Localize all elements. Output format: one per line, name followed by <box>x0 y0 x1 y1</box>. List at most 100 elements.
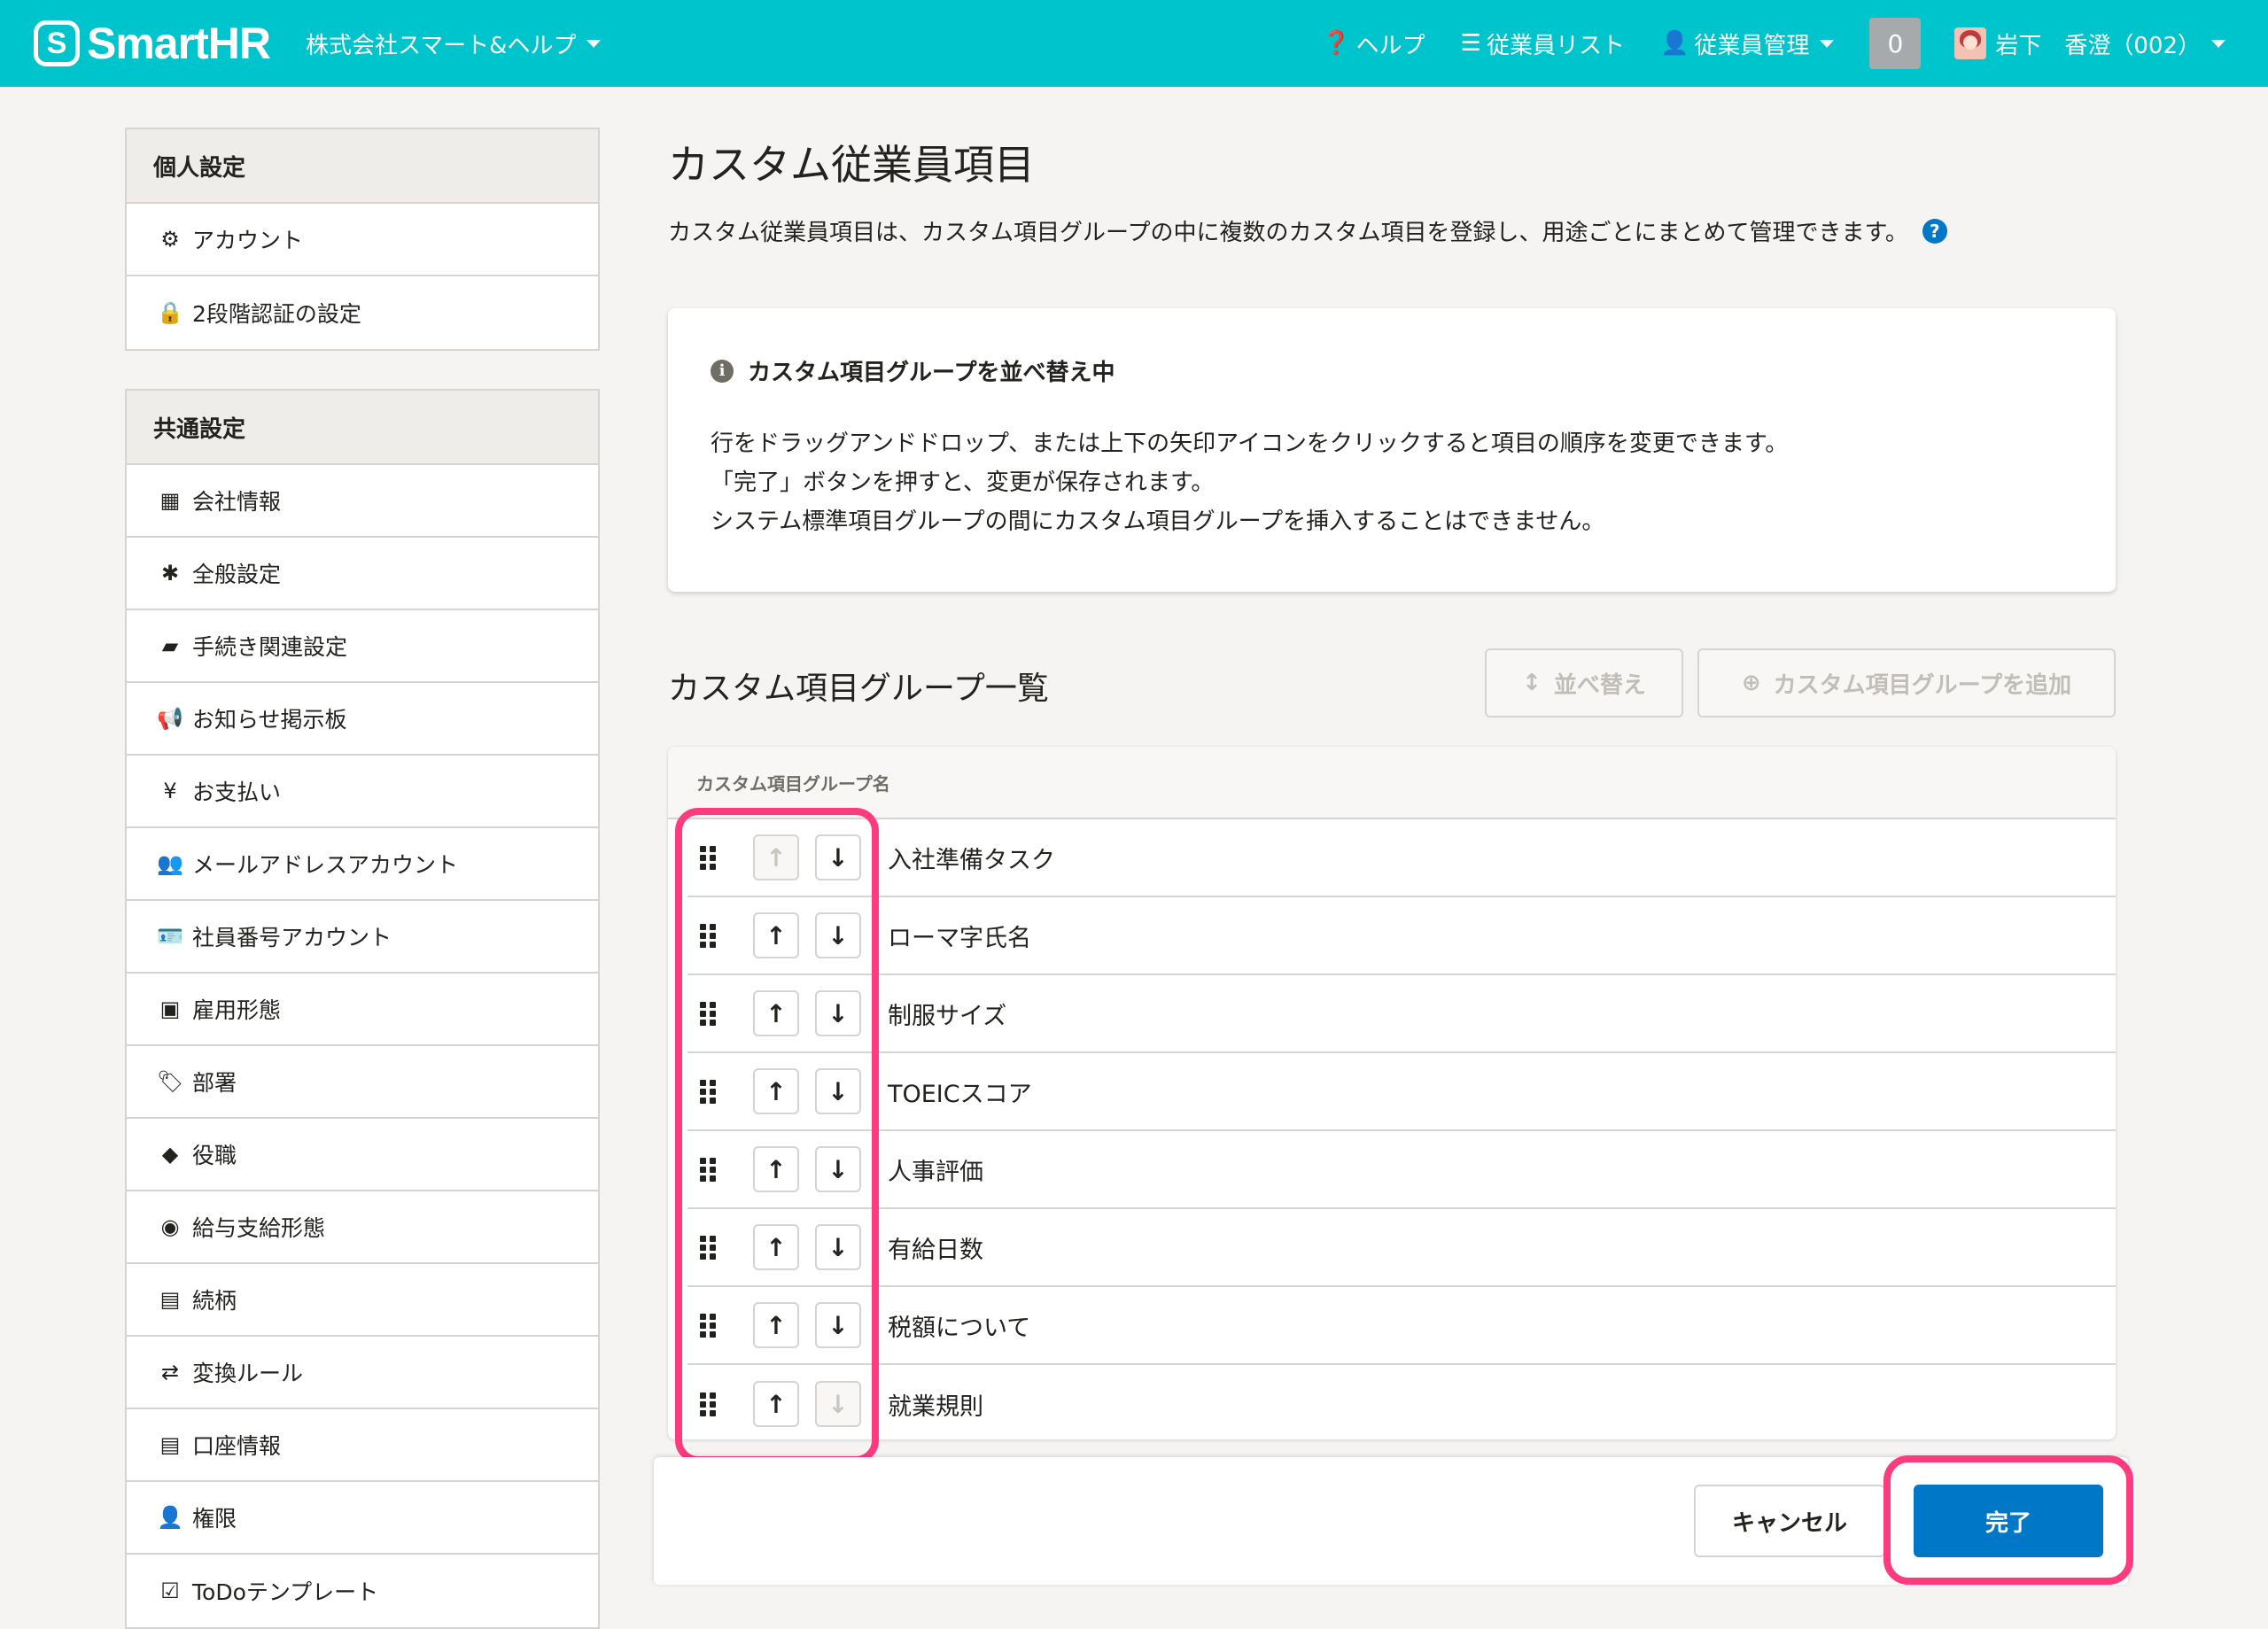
chevron-down-icon <box>1820 39 1835 48</box>
group-name: 人事評価 <box>888 1158 983 1186</box>
sidebar-item-label: 雇用形態 <box>192 997 282 1023</box>
company-name: 株式会社スマート&ヘルプ <box>305 32 577 59</box>
drag-handle-icon[interactable] <box>700 1001 716 1026</box>
sidebar-item-general[interactable]: ✱ 全般設定 <box>127 538 598 610</box>
cancel-button[interactable]: キャンセル <box>1694 1485 1885 1557</box>
move-up-button[interactable]: ↑ <box>753 1224 799 1270</box>
move-up-button[interactable]: ↑ <box>753 1302 799 1348</box>
nav-employee-list[interactable]: ☰ 従業員リスト <box>1461 27 1625 60</box>
contact-icon: ▤ <box>159 1287 181 1312</box>
table-row[interactable]: ↑ ↓ 有給日数 <box>687 1209 2116 1287</box>
user-menu[interactable]: 岩下 香澄（002） <box>1954 27 2225 60</box>
sidebar-item-label: 2段階認証の設定 <box>192 301 361 327</box>
move-up-button[interactable]: ↑ <box>753 990 799 1036</box>
sidebar-item-departments[interactable]: 🏷 部署 <box>127 1046 598 1119</box>
sidebar-item-label: 給与支給形態 <box>192 1215 326 1241</box>
table-row[interactable]: ↑ ↓ 入社準備タスク <box>687 819 2116 897</box>
id-card-icon: 🪪 <box>157 924 183 949</box>
company-switcher[interactable]: 株式会社スマート&ヘルプ <box>306 27 602 60</box>
sidebar-item-label: 変換ルール <box>192 1361 304 1386</box>
sidebar-item-procedures[interactable]: ▰ 手続き関連設定 <box>127 610 598 683</box>
sorting-notice: i カスタム項目グループを並べ替え中 行をドラッグアンドドロップ、または上下の矢… <box>668 308 2116 592</box>
move-down-button[interactable]: ↓ <box>815 1224 861 1270</box>
drag-handle-icon[interactable] <box>700 1392 716 1416</box>
sort-button-label: 並べ替え <box>1553 671 1646 699</box>
page-description-text: カスタム従業員項目は、カスタム項目グループの中に複数のカスタム項目を登録し、用途… <box>668 220 1908 246</box>
exchange-icon: ⇄ <box>160 1360 180 1385</box>
nav-help[interactable]: ❓ ヘルプ <box>1322 27 1425 60</box>
list-alt-icon: ▤ <box>159 1432 181 1457</box>
group-name: 有給日数 <box>888 1236 983 1264</box>
table-row[interactable]: ↑ ↓ 税額について <box>687 1287 2116 1365</box>
sidebar-item-employment-type[interactable]: ▣ 雇用形態 <box>127 974 598 1046</box>
sidebar-item-label: 役職 <box>192 1143 237 1168</box>
table-row[interactable]: ↑ ↓ 就業規則 <box>687 1365 2116 1439</box>
sidebar-item-company-info[interactable]: ▦ 会社情報 <box>127 465 598 538</box>
chevron-down-icon <box>2211 39 2225 48</box>
table-row[interactable]: ↑ ↓ TOEICスコア <box>687 1053 2116 1131</box>
group-name: TOEICスコア <box>888 1080 1032 1108</box>
sidebar-item-conversion-rules[interactable]: ⇄ 変換ルール <box>127 1337 598 1409</box>
drag-handle-icon[interactable] <box>700 1235 716 1260</box>
notice-line: 行をドラッグアンドドロップ、または上下の矢印アイコンをクリックすると項目の順序を… <box>711 431 1789 457</box>
notice-line: システム標準項目グループの間にカスタム項目グループを挿入することはできません。 <box>711 508 1605 535</box>
book-icon: ▰ <box>161 633 179 658</box>
tags-icon: 🏷 <box>157 1069 184 1094</box>
move-down-button[interactable]: ↓ <box>815 1146 861 1192</box>
move-up-button[interactable]: ↑ <box>753 1381 799 1427</box>
table-row[interactable]: ↑ ↓ 制服サイズ <box>687 975 2116 1053</box>
nav-employee-management-label: 従業員管理 <box>1694 32 1810 59</box>
sidebar-item-employee-number-accounts[interactable]: 🪪 社員番号アカウント <box>127 901 598 974</box>
sidebar-item-email-accounts[interactable]: 👥 メールアドレスアカウント <box>127 828 598 901</box>
group-name: ローマ字氏名 <box>888 924 1031 952</box>
sidebar-item-todo-templates[interactable]: ☑ ToDoテンプレート <box>127 1555 598 1627</box>
notification-badge[interactable]: 0 <box>1869 18 1922 69</box>
table-row[interactable]: ↑ ↓ ローマ字氏名 <box>687 897 2116 975</box>
question-circle-icon[interactable]: ? <box>1922 218 1947 244</box>
move-down-button[interactable]: ↓ <box>815 1068 861 1114</box>
sidebar-item-label: 権限 <box>192 1506 237 1532</box>
table-row[interactable]: ↑ ↓ 人事評価 <box>687 1131 2116 1209</box>
sidebar-item-payment[interactable]: ¥ お支払い <box>127 756 598 828</box>
lock-icon: 🔒 <box>157 300 183 325</box>
drag-handle-icon[interactable] <box>700 923 716 948</box>
sidebar-item-label: 口座情報 <box>192 1433 282 1459</box>
sidebar-item-label: 手続き関連設定 <box>192 634 348 660</box>
sidebar-item-bank-info[interactable]: ▤ 口座情報 <box>127 1409 598 1482</box>
nav-employee-management[interactable]: 👤 従業員管理 <box>1659 27 1835 60</box>
yen-icon: ¥ <box>163 779 177 803</box>
drag-handle-icon[interactable] <box>700 845 716 870</box>
table-header: カスタム項目グループ名 <box>668 747 2116 819</box>
move-up-button: ↑ <box>753 834 799 880</box>
add-group-button[interactable]: ⊕ カスタム項目グループを追加 <box>1697 648 2116 718</box>
move-down-button[interactable]: ↓ <box>815 912 861 958</box>
done-button[interactable]: 完了 <box>1914 1485 2103 1557</box>
drag-handle-icon[interactable] <box>700 1157 716 1182</box>
yen-circle-icon: ◉ <box>160 1214 180 1239</box>
nav-help-label: ヘルプ <box>1355 32 1425 59</box>
drag-handle-icon[interactable] <box>700 1079 716 1104</box>
move-up-button[interactable]: ↑ <box>753 1146 799 1192</box>
user-icon: 👤 <box>1659 30 1689 57</box>
sort-button[interactable]: ↕ 並べ替え <box>1485 648 1683 718</box>
move-up-button[interactable]: ↑ <box>753 912 799 958</box>
tag-icon: ◆ <box>161 1142 179 1167</box>
sidebar-item-two-factor[interactable]: 🔒 2段階認証の設定 <box>127 276 598 349</box>
move-up-button[interactable]: ↑ <box>753 1068 799 1114</box>
sidebar-item-pay-type[interactable]: ◉ 給与支給形態 <box>127 1191 598 1264</box>
sidebar-item-account[interactable]: ⚙ アカウント <box>127 204 598 276</box>
smarthr-logo[interactable]: S SmartHR <box>34 18 271 69</box>
sidebar-item-label: メールアドレスアカウント <box>192 852 459 878</box>
sidebar-item-relationship[interactable]: ▤ 続柄 <box>127 1264 598 1337</box>
sidebar-item-positions[interactable]: ◆ 役職 <box>127 1119 598 1191</box>
sidebar-item-announcements[interactable]: 📢 お知らせ掲示板 <box>127 683 598 756</box>
building-icon: ▦ <box>159 488 181 513</box>
plus-circle-icon: ⊕ <box>1741 670 1761 696</box>
sidebar-item-permissions[interactable]: 👤 権限 <box>127 1482 598 1555</box>
notice-title-text: カスタム項目グループを並べ替え中 <box>748 360 1115 386</box>
add-group-button-label: カスタム項目グループを追加 <box>1773 671 2072 699</box>
move-down-button[interactable]: ↓ <box>815 990 861 1036</box>
drag-handle-icon[interactable] <box>700 1313 716 1338</box>
move-down-button[interactable]: ↓ <box>815 1302 861 1348</box>
move-down-button[interactable]: ↓ <box>815 834 861 880</box>
